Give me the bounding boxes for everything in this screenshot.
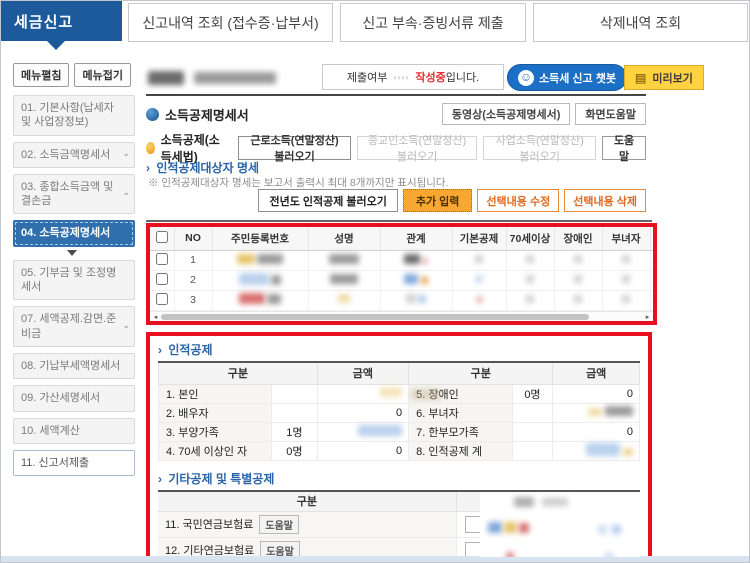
chevron-down-icon: ⌄ <box>122 186 130 197</box>
app-window: 세금신고 신고내역 조회 (접수증·납부서) 신고 부속·증빙서류 제출 삭제내… <box>0 0 750 563</box>
chevron-down-icon: ⌄ <box>122 147 130 158</box>
menu-collapse-button[interactable]: 메뉴접기 <box>74 63 131 87</box>
col-relation: 관계 <box>380 227 453 251</box>
col-woman: 부녀자 <box>602 227 651 251</box>
scroll-left-icon[interactable]: ◂ <box>150 313 161 321</box>
other-deduction-table: 구분 11. 국민연금보험료 도움말 12. 기타연금보험료 도움말 <box>158 489 640 557</box>
scroll-right-icon[interactable]: ▸ <box>642 313 653 321</box>
sidebar-item-10-tax-calc[interactable]: 10. 세액계산 <box>13 417 135 444</box>
sidebar-item-11-submit[interactable]: 11. 신고서제출 <box>13 449 135 477</box>
menu-expand-button[interactable]: 메뉴펼침 <box>13 63 70 87</box>
delete-selection-button[interactable]: 선택내용 삭제 <box>564 189 646 212</box>
censored-blob <box>194 72 276 84</box>
table-top-border <box>146 220 652 222</box>
section-bullet-icon <box>146 107 159 121</box>
col-over-70: 70세이상 <box>506 227 555 251</box>
sidebar-item-07-tax-credit[interactable]: 07. 세액공제.감면.준비금 ⌄ <box>13 306 135 347</box>
page-title: 소득공제명세서 <box>165 107 249 123</box>
sidebar-item-04-deductions-active[interactable]: 04. 소득공제명세서 <box>13 220 135 247</box>
col-name: 성명 <box>308 227 381 251</box>
col-amount: 금액 <box>552 362 640 385</box>
deduction-summary-highlight: › 인적공제 구분 금액 구분 금액 1. 본인 5. 장애인 0명 0 2. … <box>146 332 652 561</box>
load-previous-year-button[interactable]: 전년도 인적공제 불러오기 <box>258 189 398 212</box>
col-type: 구분 <box>408 362 554 385</box>
load-religious-income-button[interactable]: 종교인소득(연말정산) 불러오기 <box>356 135 478 163</box>
col-type: 구분 <box>158 362 318 385</box>
tab-deleted-history[interactable]: 삭제내역 조회 <box>533 3 748 42</box>
sidebar: 메뉴펼침 메뉴접기 01. 기본사항(납세자 및 사업장정보) 02. 소득금액… <box>9 63 141 482</box>
load-earned-income-button[interactable]: 근로소득(연말정산) 불러오기 <box>238 135 351 163</box>
video-help-button[interactable]: 동영상(소득공제명세서) <box>441 103 571 125</box>
top-tabs: 신고내역 조회 (접수증·납부서) 신고 부속·증빙서류 제출 삭제내역 조회 <box>128 3 748 42</box>
brand-title: 세금신고 <box>1 1 122 41</box>
table-row: 2 <box>150 270 653 291</box>
edit-selection-button[interactable]: 선택내용 수정 <box>477 189 560 212</box>
help-tip-button[interactable]: 도움말 <box>259 514 299 534</box>
income-tax-chatbot-button[interactable]: ☺ 소득세 신고 챗봇 <box>507 64 627 91</box>
arrows-icon: ›››› <box>393 72 410 82</box>
submission-status-box: 제출여부 ›››› 작성중입니다. <box>322 64 504 90</box>
preview-doc-icon: ▤ <box>635 70 647 85</box>
main-content: 제출여부 ›››› 작성중입니다. ☺ 소득세 신고 챗봇 ▤ 미리보기 소득공… <box>146 63 746 561</box>
scrollbar-thumb[interactable] <box>161 313 589 320</box>
sidebar-item-05-donations[interactable]: 05. 기부금 및 조정명세서 <box>13 259 135 301</box>
taxpayer-name-censored <box>148 71 276 85</box>
dependents-table: NO 주민등록번호 성명 관계 기본공제 70세이상 장애인 부녀자 한부모 1 <box>150 227 653 311</box>
tab-attachments[interactable]: 신고 부속·증빙서류 제출 <box>340 3 526 42</box>
censored-area <box>480 491 640 557</box>
arrow-right-icon: › <box>158 343 162 357</box>
brand-pointer-icon <box>47 41 65 50</box>
add-entry-button[interactable]: 추가 입력 <box>402 189 473 212</box>
sidebar-item-03-total-income[interactable]: 03. 종합소득금액 및 결손금 ⌄ <box>13 173 135 215</box>
arrow-right-icon: › <box>146 161 150 175</box>
col-single-parent: 한부모 <box>650 227 653 251</box>
dependents-heading: › 인적공제대상자 명세 <box>146 161 260 175</box>
dependents-table-highlight: NO 주민등록번호 성명 관계 기본공제 70세이상 장애인 부녀자 한부모 1 <box>146 223 657 325</box>
row-checkbox[interactable] <box>155 272 168 285</box>
sidebar-item-01-basic[interactable]: 01. 기본사항(납세자 및 사업장정보) <box>13 95 135 136</box>
col-disabled: 장애인 <box>554 227 603 251</box>
table-row: 1. 본인 5. 장애인 0명 0 <box>157 383 640 404</box>
personal-deduction-heading: › 인적공제 <box>158 343 213 357</box>
chevron-down-icon: ⌄ <box>122 319 130 330</box>
chatbot-icon: ☺ <box>518 69 534 86</box>
screen-help-button[interactable]: 화면도움말 <box>575 103 646 125</box>
table-row: 2. 배우자 0 6. 부녀자 <box>157 402 640 423</box>
sidebar-item-02-income[interactable]: 02. 소득금액명세서 ⌄ <box>13 141 135 168</box>
header-divider <box>146 94 646 96</box>
row-checkbox[interactable] <box>155 292 168 305</box>
submission-status: 작성중입니다. <box>415 72 480 84</box>
subsection-bullet-icon <box>146 142 155 154</box>
table-row: 4. 70세 이상인 자 0명 0 8. 인적공제 계 <box>157 440 640 461</box>
tab-report-history[interactable]: 신고내역 조회 (접수증·납부서) <box>128 3 333 42</box>
menu-toggles: 메뉴펼침 메뉴접기 <box>13 63 141 87</box>
col-amount: 금액 <box>316 362 410 385</box>
censored-blob <box>411 388 442 400</box>
dependents-actions: 전년도 인적공제 불러오기 추가 입력 선택내용 수정 선택내용 삭제 <box>146 189 646 212</box>
select-all-checkbox[interactable] <box>155 230 168 243</box>
help-button[interactable]: 도움말 <box>602 135 646 163</box>
col-basic-deduction: 기본공제 <box>452 227 507 251</box>
horizontal-scrollbar[interactable]: ◂ ▸ <box>150 311 653 321</box>
table-row: 3 <box>150 290 653 311</box>
col-resident-id: 주민등록번호 <box>212 227 309 251</box>
arrow-right-icon: › <box>158 471 162 486</box>
dependents-note: ※ 인적공제대상자 명세는 보고서 출력시 최대 8개까지만 표시됩니다. <box>148 177 449 189</box>
select-all-cell <box>150 227 175 251</box>
load-business-income-button[interactable]: 사업소득(연말정산) 불러오기 <box>483 135 597 163</box>
submission-label: 제출여부 <box>346 72 388 84</box>
page-title-row: 소득공제명세서 동영상(소득공제명세서) 화면도움말 <box>146 103 646 125</box>
table-row: 1 <box>150 250 653 271</box>
sidebar-item-08-prepaid-tax[interactable]: 08. 기납부세액명세서 <box>13 352 135 380</box>
other-deduction-heading: › 기타공제 및 특별공제 <box>158 471 275 486</box>
active-item-pointer-icon <box>67 249 77 256</box>
table-row: 3. 부양가족 1명 7. 한부모가족 0 <box>157 421 640 442</box>
censored-blob <box>148 71 184 85</box>
row-checkbox[interactable] <box>155 252 168 265</box>
col-type: 구분 <box>158 491 457 511</box>
col-no: NO <box>174 227 213 251</box>
personal-deduction-table: 구분 금액 구분 금액 1. 본인 5. 장애인 0명 0 2. 배우자 0 6… <box>157 361 640 461</box>
sidebar-item-09-penalty[interactable]: 09. 가산세명세서 <box>13 385 135 412</box>
preview-button[interactable]: ▤ 미리보기 <box>624 65 704 90</box>
